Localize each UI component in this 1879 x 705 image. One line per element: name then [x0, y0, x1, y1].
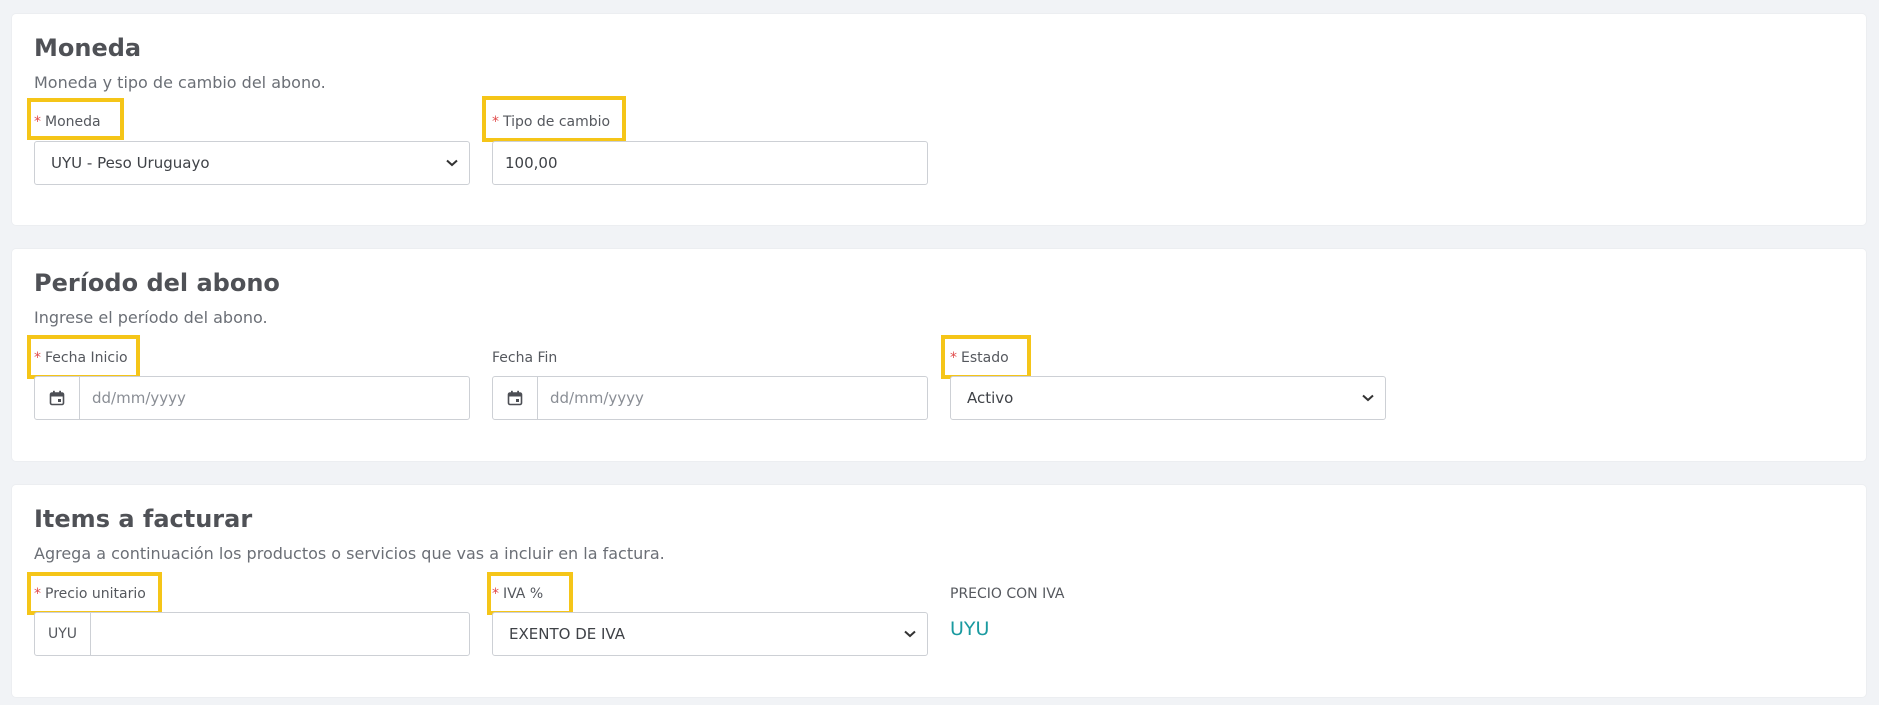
fecha-fin-placeholder: dd/mm/yyyy	[550, 389, 644, 407]
estado-select[interactable]: Activo	[950, 376, 1386, 420]
iva-select-value: EXENTO DE IVA	[509, 625, 625, 643]
periodo-subtitle: Ingrese el período del abono.	[34, 308, 268, 327]
moneda-select[interactable]: UYU - Peso Uruguayo	[34, 141, 470, 185]
calendar-icon[interactable]	[493, 377, 538, 419]
estado-label: * Estado	[950, 350, 1009, 366]
currency-prefix: UYU	[35, 613, 91, 655]
tipo-cambio-value: 100,00	[505, 154, 558, 172]
required-marker: *	[34, 114, 41, 130]
required-marker: *	[492, 114, 499, 130]
iva-label: * IVA %	[492, 586, 544, 602]
chevron-down-icon	[893, 613, 927, 655]
items-title: Items a facturar	[34, 505, 253, 533]
periodo-card: Período del abono Ingrese el período del…	[12, 249, 1866, 461]
calendar-icon[interactable]	[35, 377, 80, 419]
periodo-title: Período del abono	[34, 269, 280, 297]
precio-unitario-input[interactable]: UYU	[34, 612, 470, 656]
items-card: Items a facturar Agrega a continuación l…	[12, 485, 1866, 697]
fecha-inicio-input[interactable]: dd/mm/yyyy	[34, 376, 470, 420]
fecha-inicio-label: * Fecha Inicio	[34, 350, 128, 366]
moneda-select-value: UYU - Peso Uruguayo	[51, 154, 210, 172]
required-marker: *	[34, 586, 41, 602]
estado-select-value: Activo	[967, 389, 1014, 407]
tipo-cambio-label: * Tipo de cambio	[492, 114, 611, 130]
chevron-down-icon	[1351, 377, 1385, 419]
fecha-inicio-placeholder: dd/mm/yyyy	[92, 389, 186, 407]
fecha-fin-input[interactable]: dd/mm/yyyy	[492, 376, 928, 420]
chevron-down-icon	[435, 142, 469, 184]
iva-select[interactable]: EXENTO DE IVA	[492, 612, 928, 656]
moneda-subtitle: Moneda y tipo de cambio del abono.	[34, 73, 326, 92]
required-marker: *	[34, 350, 41, 366]
moneda-label: * Moneda	[34, 114, 101, 130]
precio-con-iva-value: UYU	[950, 618, 990, 640]
moneda-card: Moneda Moneda y tipo de cambio del abono…	[12, 14, 1866, 225]
required-marker: *	[950, 350, 957, 366]
tipo-cambio-input[interactable]: 100,00	[492, 141, 928, 185]
fecha-fin-label: Fecha Fin	[492, 350, 558, 366]
moneda-title: Moneda	[34, 34, 142, 62]
items-subtitle: Agrega a continuación los productos o se…	[34, 544, 665, 563]
precio-unitario-label: * Precio unitario	[34, 586, 146, 602]
required-marker: *	[492, 586, 499, 602]
precio-con-iva-label: PRECIO CON IVA	[950, 586, 1065, 602]
